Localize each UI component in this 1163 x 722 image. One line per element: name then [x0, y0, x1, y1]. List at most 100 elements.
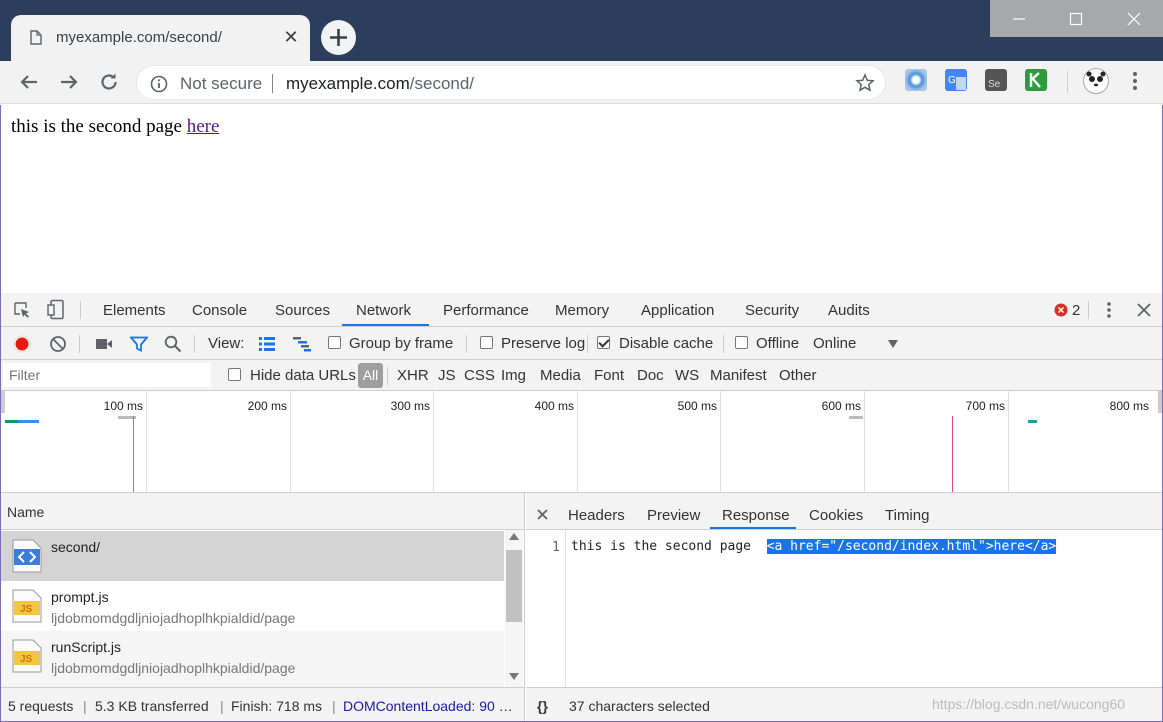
google-translate-icon[interactable]: G — [945, 69, 967, 91]
filter-funnel-icon[interactable] — [130, 336, 148, 352]
close-devtools-icon[interactable] — [1137, 303, 1151, 317]
selenium-ide-icon[interactable]: Se — [985, 69, 1007, 91]
tab-performance[interactable]: Performance — [443, 302, 529, 319]
scroll-up-arrow-icon[interactable] — [509, 533, 519, 540]
tab-sources[interactable]: Sources — [275, 302, 330, 319]
timeline-handle-right[interactable] — [1158, 391, 1162, 413]
tab-security[interactable]: Security — [745, 302, 799, 319]
name-column-header[interactable]: Name — [1, 493, 524, 530]
waterfall-overview-icon[interactable] — [292, 336, 312, 352]
request-row-second[interactable]: second/ — [1, 531, 504, 581]
preserve-log-label: Preserve log — [501, 335, 586, 352]
chrome-menu-icon[interactable] — [1132, 71, 1138, 91]
back-arrow-icon[interactable] — [17, 70, 41, 94]
inspect-element-icon[interactable] — [13, 301, 31, 319]
timeline-handle-left[interactable] — [1, 391, 5, 413]
offline-checkbox[interactable] — [735, 336, 748, 349]
timeline-tick-label: 400 ms — [534, 399, 574, 413]
svg-text:G: G — [948, 75, 956, 86]
tab-headers[interactable]: Headers — [568, 507, 625, 524]
hide-data-urls-checkbox[interactable] — [228, 368, 241, 381]
tab-divider — [80, 301, 81, 319]
profile-avatar[interactable] — [1083, 68, 1109, 94]
tab-close-icon[interactable]: ✕ — [281, 26, 301, 48]
type-filter-font[interactable]: Font — [594, 367, 624, 384]
timeline-gridline — [864, 391, 865, 492]
html-document-icon — [12, 539, 42, 573]
omnibox-divider — [272, 74, 273, 93]
request-count: 5 requests — [8, 698, 74, 714]
tab-memory[interactable]: Memory — [555, 302, 609, 319]
timeline-gridline — [720, 391, 721, 492]
type-filter-xhr[interactable]: XHR — [397, 367, 429, 384]
reload-icon[interactable] — [97, 70, 121, 94]
request-row-prompt-js[interactable]: JS prompt.js ljdobmomdgdljniojadhoplhkpi… — [1, 581, 504, 631]
new-tab-button[interactable] — [321, 20, 356, 55]
scroll-down-arrow-icon[interactable] — [509, 673, 519, 680]
type-filter-img[interactable]: Img — [501, 367, 526, 384]
maximize-button[interactable] — [1047, 0, 1105, 37]
type-filter-ws[interactable]: WS — [675, 367, 699, 384]
pretty-print-icon[interactable]: {} — [537, 698, 548, 714]
tab-audits[interactable]: Audits — [828, 302, 870, 319]
device-toolbar-icon[interactable] — [47, 299, 65, 320]
camera-icon[interactable] — [95, 337, 113, 351]
bookmark-star-icon[interactable] — [855, 73, 875, 93]
tab-cookies[interactable]: Cookies — [809, 507, 863, 524]
url-path: /second/ — [409, 74, 475, 93]
response-selected-text: <a href="/second/index.html">here</a> — [766, 539, 1057, 554]
forward-arrow-icon[interactable] — [57, 70, 81, 94]
type-filter-doc[interactable]: Doc — [637, 367, 664, 384]
filter-divider — [387, 367, 388, 385]
disable-cache-checkbox[interactable] — [597, 336, 610, 349]
dropdown-arrow-icon[interactable] — [888, 340, 898, 348]
extension-swirl-icon[interactable] — [905, 69, 927, 91]
katalon-extension-icon[interactable] — [1025, 69, 1047, 91]
type-filter-all[interactable]: All — [358, 363, 383, 388]
close-detail-icon[interactable] — [537, 509, 548, 520]
search-icon[interactable] — [164, 335, 182, 353]
tab-timing[interactable]: Timing — [885, 507, 929, 524]
scrollbar-thumb[interactable] — [506, 550, 522, 622]
tab-response[interactable]: Response — [722, 507, 790, 524]
group-by-frame-checkbox[interactable] — [328, 336, 341, 349]
info-icon[interactable] — [150, 75, 168, 93]
toolbar-divider — [194, 335, 195, 353]
tab-network[interactable]: Network — [356, 302, 411, 319]
type-filter-js[interactable]: JS — [438, 367, 456, 384]
network-overview-timeline[interactable]: 100 ms 200 ms 300 ms 400 ms 500 ms 600 m… — [1, 391, 1162, 493]
timeline-tick-label: 500 ms — [677, 399, 717, 413]
timeline-request-bar — [1028, 420, 1037, 423]
request-row-runscript-js[interactable]: JS runScript.js ljdobmomdgdljniojadhoplh… — [1, 631, 504, 687]
preserve-log-checkbox[interactable] — [480, 336, 493, 349]
type-filter-other[interactable]: Other — [779, 367, 817, 384]
browser-toolbar: Not secure myexample.com/second/ G Se — [0, 61, 1163, 104]
throttling-select[interactable]: Online — [813, 335, 856, 352]
type-filter-css[interactable]: CSS — [464, 367, 495, 384]
clear-icon[interactable] — [49, 335, 67, 353]
close-window-button[interactable] — [1105, 0, 1163, 37]
tab-preview[interactable]: Preview — [647, 507, 700, 524]
address-bar[interactable]: Not secure myexample.com/second/ — [136, 65, 886, 100]
url-text[interactable]: myexample.com/second/ — [286, 74, 474, 94]
tab-application[interactable]: Application — [641, 302, 714, 319]
filter-input[interactable] — [3, 363, 211, 387]
timeline-gridline — [146, 391, 147, 492]
toolbar-divider — [79, 335, 80, 353]
not-secure-label: Not secure — [180, 74, 263, 93]
here-link[interactable]: here — [187, 116, 220, 137]
type-filter-media[interactable]: Media — [540, 367, 581, 384]
large-rows-icon[interactable] — [258, 336, 276, 352]
request-name: prompt.js — [51, 589, 109, 605]
response-plain-text: this is the second page — [571, 539, 767, 554]
record-icon[interactable] — [13, 335, 31, 353]
response-body[interactable]: this is the second page <a href="/second… — [571, 539, 1057, 554]
error-count[interactable]: 2 — [1072, 302, 1080, 319]
devtools-menu-icon[interactable] — [1106, 301, 1112, 319]
toolbar-divider — [723, 335, 724, 353]
tab-elements[interactable]: Elements — [103, 302, 166, 319]
minimize-button[interactable] — [990, 0, 1048, 37]
tab-console[interactable]: Console — [192, 302, 247, 319]
browser-tab[interactable]: myexample.com/second/ ✕ — [11, 15, 310, 61]
type-filter-manifest[interactable]: Manifest — [710, 367, 767, 384]
